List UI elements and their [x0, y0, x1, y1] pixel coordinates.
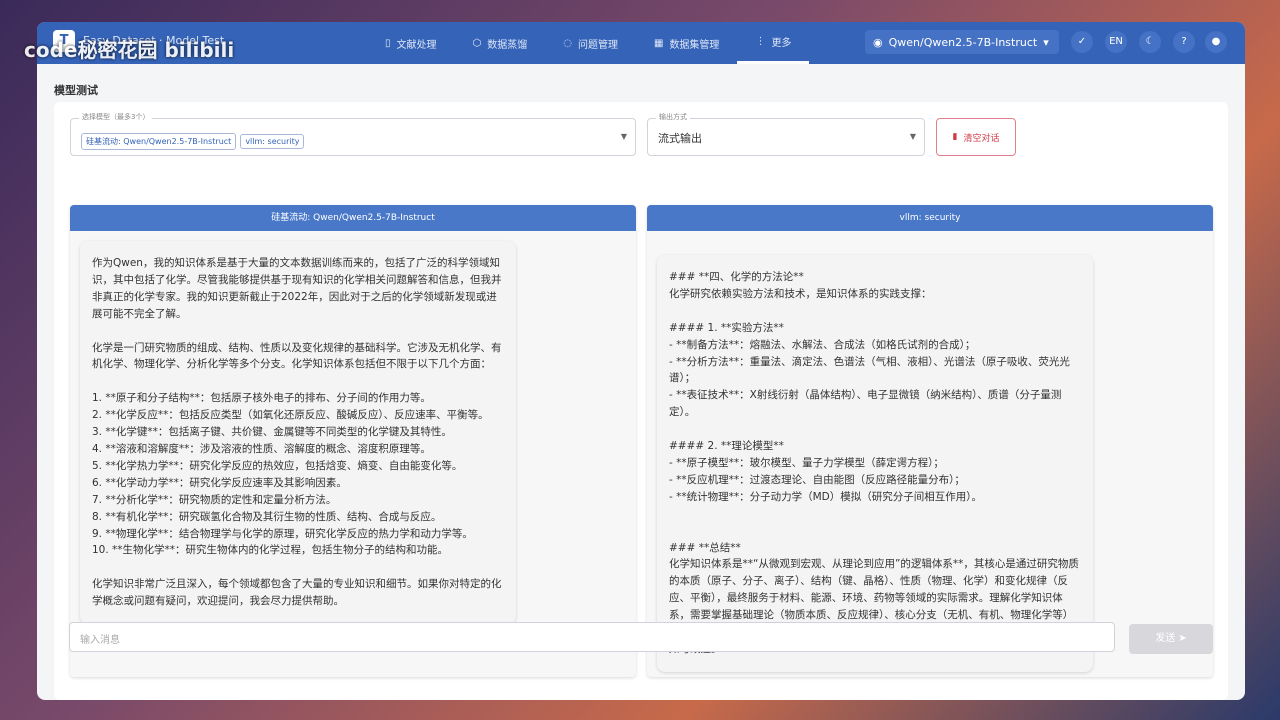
- model-select-field[interactable]: 选择模型（最多3个） 硅基流动: Qwen/Qwen2.5-7B-Instruc…: [70, 112, 636, 156]
- nav-questions[interactable]: ◌ 问题管理: [545, 22, 636, 64]
- nav-more[interactable]: ⋮ 更多: [737, 22, 810, 64]
- message-input[interactable]: 输入消息: [69, 622, 1115, 652]
- more-vert-icon: ⋮: [755, 36, 766, 47]
- nav-distill[interactable]: ⬡ 数据蒸馏: [455, 22, 546, 64]
- watermark: code秘密花园 bilibili: [24, 38, 235, 62]
- model-selector[interactable]: ◉ Qwen/Qwen2.5-7B-Instruct ▾: [865, 30, 1059, 54]
- cube-icon: ⬡: [472, 37, 482, 49]
- github-icon[interactable]: ●: [1205, 31, 1227, 53]
- chat-pane: vllm: security ### **四、化学的方法论** 化学研究依赖实验…: [647, 205, 1213, 677]
- chevron-down-icon: ▾: [1043, 35, 1049, 49]
- send-button[interactable]: 发送 ➤: [1129, 624, 1213, 654]
- page-title: 模型测试: [54, 84, 98, 97]
- pane-header: vllm: security: [647, 205, 1213, 231]
- moon-icon[interactable]: ☾: [1139, 31, 1161, 53]
- app-window: T Easy Dataset · Model Test ▯ 文献处理 ⬡ 数据蒸馏 …: [37, 22, 1245, 700]
- assistant-message: 作为Qwen，我的知识体系是基于大量的文本数据训练而来的，包括了广泛的科学领域知…: [80, 241, 516, 625]
- clear-chat-button[interactable]: ▮ 清空对话: [936, 118, 1016, 156]
- help-icon[interactable]: ?: [1173, 31, 1195, 53]
- chevron-down-icon: ▼: [620, 132, 627, 141]
- document-icon: ▯: [385, 37, 391, 49]
- model-test-card: 选择模型（最多3个） 硅基流动: Qwen/Qwen2.5-7B-Instruc…: [54, 102, 1228, 700]
- model-chip[interactable]: 硅基流动: Qwen/Qwen2.5-7B-Instruct: [81, 133, 237, 150]
- nav-literature[interactable]: ▯ 文献处理: [367, 22, 455, 64]
- pane-header: 硅基流动: Qwen/Qwen2.5-7B-Instruct: [70, 205, 636, 231]
- dataset-icon: ▦: [653, 37, 664, 49]
- chevron-down-icon: ▼: [909, 132, 916, 141]
- trash-icon: ▮: [952, 132, 958, 142]
- model-icon: ◉: [873, 35, 883, 49]
- chat-pane: 硅基流动: Qwen/Qwen2.5-7B-Instruct 作为Qwen，我的…: [70, 205, 636, 677]
- model-chip[interactable]: vllm: security: [240, 134, 305, 149]
- output-mode-select[interactable]: 输出方式 流式输出 ▼: [647, 112, 925, 156]
- assistant-message: ### **四、化学的方法论** 化学研究依赖实验方法和技术，是知识体系的实践支…: [657, 255, 1093, 672]
- nav-datasets[interactable]: ▦ 数据集管理: [636, 22, 737, 64]
- chat-icon: ◌: [563, 37, 572, 49]
- check-icon[interactable]: ✓: [1071, 31, 1093, 53]
- language-button[interactable]: EN: [1105, 31, 1127, 53]
